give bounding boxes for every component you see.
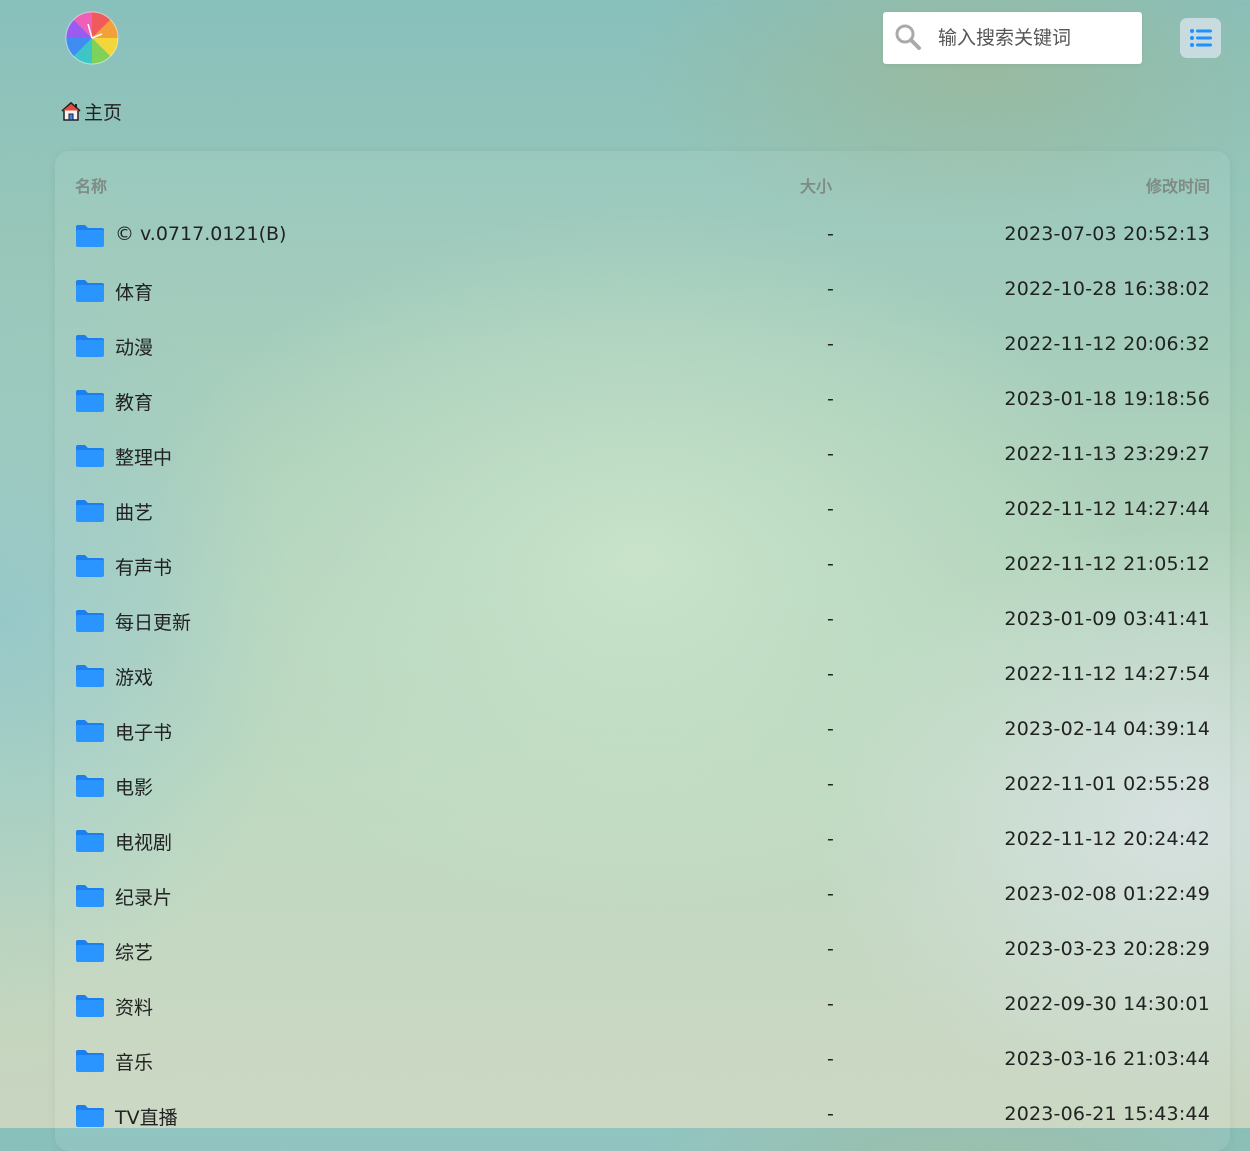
file-modified-time: 2022-09-30 14:30:01 xyxy=(1004,993,1210,1015)
file-modified-time: 2022-10-28 16:38:02 xyxy=(1004,278,1210,300)
breadcrumb[interactable]: 主页 xyxy=(60,97,122,125)
file-modified-time: 2023-06-21 15:43:44 xyxy=(1004,1103,1210,1125)
folder-icon xyxy=(75,939,105,963)
file-name[interactable]: 资料 xyxy=(115,993,153,1020)
table-row[interactable]: 电影 - 2022-11-01 02:55:28 xyxy=(55,759,1230,814)
search-box[interactable] xyxy=(883,12,1142,64)
table-row[interactable]: © v.0717.0121(B) - 2023-07-03 20:52:13 xyxy=(55,209,1230,264)
file-size: - xyxy=(827,773,834,795)
column-header-size[interactable]: 大小 xyxy=(800,173,832,197)
file-modified-time: 2022-11-12 14:27:44 xyxy=(1004,498,1210,520)
file-modified-time: 2023-03-16 21:03:44 xyxy=(1004,1048,1210,1070)
app-logo[interactable] xyxy=(65,11,119,65)
table-row[interactable]: 有声书 - 2022-11-12 21:05:12 xyxy=(55,539,1230,594)
file-name[interactable]: 纪录片 xyxy=(115,883,172,910)
file-size: - xyxy=(827,663,834,685)
table-row[interactable]: 曲艺 - 2022-11-12 14:27:44 xyxy=(55,484,1230,539)
table-row[interactable]: 音乐 - 2023-03-16 21:03:44 xyxy=(55,1034,1230,1089)
file-name[interactable]: 每日更新 xyxy=(115,608,191,635)
column-header-name[interactable]: 名称 xyxy=(75,173,107,197)
file-size: - xyxy=(827,223,834,245)
folder-icon xyxy=(75,334,105,358)
folder-icon xyxy=(75,774,105,798)
folder-icon xyxy=(75,554,105,578)
file-modified-time: 2022-11-01 02:55:28 xyxy=(1004,773,1210,795)
file-modified-time: 2023-02-08 01:22:49 xyxy=(1004,883,1210,905)
file-name[interactable]: 电影 xyxy=(115,773,153,800)
folder-icon xyxy=(75,499,105,523)
file-name[interactable]: 动漫 xyxy=(115,333,153,360)
file-size: - xyxy=(827,828,834,850)
home-icon xyxy=(61,102,81,121)
table-row[interactable]: 综艺 - 2023-03-23 20:28:29 xyxy=(55,924,1230,979)
list-icon xyxy=(1189,29,1212,47)
search-input[interactable] xyxy=(938,22,1133,54)
file-size: - xyxy=(827,388,834,410)
file-modified-time: 2023-03-23 20:28:29 xyxy=(1004,938,1210,960)
folder-icon xyxy=(75,609,105,633)
folder-icon xyxy=(75,224,105,248)
file-modified-time: 2023-02-14 04:39:14 xyxy=(1004,718,1210,740)
file-name[interactable]: 音乐 xyxy=(115,1048,153,1075)
table-row[interactable]: 纪录片 - 2023-02-08 01:22:49 xyxy=(55,869,1230,924)
file-size: - xyxy=(827,498,834,520)
breadcrumb-home-label[interactable]: 主页 xyxy=(84,98,122,125)
file-modified-time: 2022-11-13 23:29:27 xyxy=(1004,443,1210,465)
folder-icon xyxy=(75,994,105,1018)
table-header: 名称 大小 修改时间 xyxy=(55,165,1230,201)
file-size: - xyxy=(827,883,834,905)
file-modified-time: 2022-11-12 20:06:32 xyxy=(1004,333,1210,355)
table-row[interactable]: 每日更新 - 2023-01-09 03:41:41 xyxy=(55,594,1230,649)
file-name[interactable]: © v.0717.0121(B) xyxy=(115,223,286,245)
file-modified-time: 2023-01-09 03:41:41 xyxy=(1004,608,1210,630)
file-name[interactable]: 电视剧 xyxy=(115,828,172,855)
table-row[interactable]: 体育 - 2022-10-28 16:38:02 xyxy=(55,264,1230,319)
table-row[interactable]: 整理中 - 2022-11-13 23:29:27 xyxy=(55,429,1230,484)
folder-icon xyxy=(75,1049,105,1073)
table-row[interactable]: 电子书 - 2023-02-14 04:39:14 xyxy=(55,704,1230,759)
table-row[interactable]: 电视剧 - 2022-11-12 20:24:42 xyxy=(55,814,1230,869)
file-size: - xyxy=(827,608,834,630)
table-row[interactable]: TV直播 - 2023-06-21 15:43:44 xyxy=(55,1089,1230,1144)
file-name[interactable]: 电子书 xyxy=(115,718,172,745)
folder-icon xyxy=(75,664,105,688)
file-name[interactable]: 教育 xyxy=(115,388,153,415)
file-size: - xyxy=(827,333,834,355)
folder-icon xyxy=(75,1104,105,1128)
folder-icon xyxy=(75,829,105,853)
table-row[interactable]: 教育 - 2023-01-18 19:18:56 xyxy=(55,374,1230,429)
file-size: - xyxy=(827,718,834,740)
table-row[interactable]: 游戏 - 2022-11-12 14:27:54 xyxy=(55,649,1230,704)
file-name[interactable]: 整理中 xyxy=(115,443,172,470)
file-modified-time: 2022-11-12 20:24:42 xyxy=(1004,828,1210,850)
file-name[interactable]: 体育 xyxy=(115,278,153,305)
file-modified-time: 2022-11-12 21:05:12 xyxy=(1004,553,1210,575)
file-size: - xyxy=(827,443,834,465)
file-size: - xyxy=(827,553,834,575)
file-size: - xyxy=(827,278,834,300)
file-modified-time: 2023-01-18 19:18:56 xyxy=(1004,388,1210,410)
file-modified-time: 2023-07-03 20:52:13 xyxy=(1004,223,1210,245)
folder-icon xyxy=(75,719,105,743)
folder-icon xyxy=(75,389,105,413)
table-row[interactable]: 动漫 - 2022-11-12 20:06:32 xyxy=(55,319,1230,374)
file-size: - xyxy=(827,1048,834,1070)
file-modified-time: 2022-11-12 14:27:54 xyxy=(1004,663,1210,685)
file-size: - xyxy=(827,993,834,1015)
table-row[interactable]: 资料 - 2022-09-30 14:30:01 xyxy=(55,979,1230,1034)
file-name[interactable]: 综艺 xyxy=(115,938,153,965)
file-size: - xyxy=(827,938,834,960)
file-name[interactable]: TV直播 xyxy=(115,1103,178,1130)
folder-icon xyxy=(75,884,105,908)
search-icon xyxy=(895,24,921,50)
file-name[interactable]: 游戏 xyxy=(115,663,153,690)
folder-icon xyxy=(75,444,105,468)
folder-icon xyxy=(75,279,105,303)
list-view-button[interactable] xyxy=(1180,18,1221,58)
file-name[interactable]: 曲艺 xyxy=(115,498,153,525)
file-size: - xyxy=(827,1103,834,1125)
column-header-modified[interactable]: 修改时间 xyxy=(1146,173,1210,197)
file-list-panel: 名称 大小 修改时间 © v.0717.0121(B) - 2023-07-03 2… xyxy=(55,151,1230,1151)
file-name[interactable]: 有声书 xyxy=(115,553,172,580)
